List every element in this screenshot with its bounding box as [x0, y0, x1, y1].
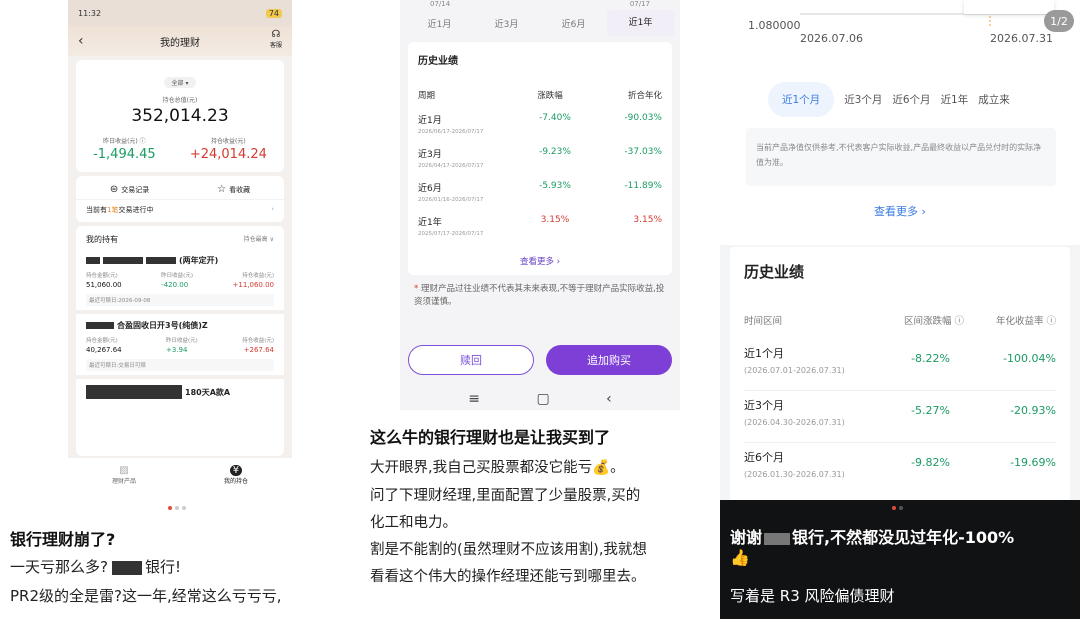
headset-icon: ☊	[271, 29, 281, 40]
history-title: 历史业绩	[418, 56, 458, 67]
back-icon[interactable]: ‹	[78, 33, 84, 49]
tab-1m[interactable]: 近1个月	[768, 82, 835, 117]
system-nav: ≡ ▢ ‹	[400, 384, 680, 414]
chevron-right-icon: ›	[271, 205, 274, 213]
action-bar: 赎回 追加购买	[400, 345, 680, 375]
sort-dropdown[interactable]: 持仓最高 ∨	[244, 234, 274, 245]
tab-6m[interactable]: 近6月	[540, 17, 607, 30]
post-panel-3: 1.080000 2026.07.06 2026.07.31 1/2 近1个月 …	[720, 0, 1080, 619]
total-label: 持仓总值(元)	[162, 97, 198, 104]
summary-card: 全部 ▾ 持仓总值(元) 352,014.23 昨日收益(元) ⓘ -1,494…	[76, 60, 284, 172]
nav-chart: 1.080000 2026.07.06 2026.07.31 1/2 近1个月 …	[720, 0, 1080, 245]
see-more-link[interactable]: 查看更多 ›	[418, 255, 662, 267]
post-line: 问了下理财经理,里面配置了少量股票,买的	[370, 488, 641, 504]
post-line: 看看这个伟大的操作经理还能亏到哪里去。	[370, 569, 646, 585]
holdings-card: 我的持有 持仓最高 ∨ (两年定开) 持仓金额(元) 51,060.00 昨日收益…	[76, 226, 284, 456]
chart-tooltip	[964, 0, 1054, 14]
tab-since-inception[interactable]: 成立来	[978, 92, 1010, 107]
tab-3m[interactable]: 近3个月	[844, 92, 882, 107]
carousel-dots	[168, 506, 186, 510]
bottom-tabbar: ▨ 理财产品 ¥ 我的持仓	[68, 458, 292, 492]
table-header: 时间区间 区间涨跌幅 ⓘ 年化收益率 ⓘ	[744, 316, 1056, 327]
holding-item[interactable]: 合盈固收日开3号(纯债)Z 持仓金额(元) 40,267.64 昨日收益(元) +3…	[76, 314, 284, 379]
history-card: 历史业绩 时间区间 区间涨跌幅 ⓘ 年化收益率 ⓘ 近1个月 (2026.07.0…	[730, 247, 1070, 502]
post-panel-2: 07/14 07/17 近1月 近3月 近6月 近1年 历史业绩 周期 涨跌幅 折…	[360, 0, 720, 619]
post-line: PR2级的全是雷?这一年,经常这么亏亏亏,	[10, 587, 282, 605]
risk-warning: * 理财产品过往业绩不代表其未来表现,不等于理财产品实际收益,投资须谨慎。	[414, 284, 665, 307]
post-title: 这么牛的银行理财也是让我买到了	[370, 428, 611, 447]
page-title: 我的理财	[160, 37, 200, 49]
filter-dropdown[interactable]: 全部 ▾	[163, 77, 197, 88]
page-indicator: 1/2	[1044, 10, 1074, 32]
table-row: 近1个月 (2026.07.01-2026.07.31) -8.22% -100.…	[744, 345, 1056, 391]
money-bag-emoji: 💰	[592, 460, 611, 476]
holdings-title: 我的持有	[86, 235, 118, 244]
history-card: 历史业绩 周期 涨跌幅 折合年化 近1月 2026/06/17-2026/07/1…	[408, 42, 672, 275]
chart-icon: ▨	[119, 465, 129, 476]
tab-products[interactable]: ▨ 理财产品	[112, 465, 136, 485]
status-bar: 11:32 74	[68, 0, 292, 26]
tab-3m[interactable]: 近3月	[473, 17, 540, 30]
thumbs-up-emoji: 👍	[730, 548, 750, 567]
carousel-dots	[892, 506, 903, 510]
holding-item[interactable]: 180天A款A	[76, 379, 284, 403]
actions-card: ⊜ 交易记录 ☆ 看收藏 当前有1笔交易进行中 ›	[76, 176, 284, 222]
info-icon[interactable]: ⓘ	[140, 138, 146, 145]
holding-income: 持仓收益(元) +24,014.24	[189, 138, 267, 162]
tab-6m[interactable]: 近6个月	[892, 92, 930, 107]
post-line: 谢谢 银行,不然都没见过年化-100% 👍	[730, 528, 1015, 567]
screenshot-my-wealth: 11:32 74 ‹ 我的理财 ☊ 客服 全部 ▾ 持仓总值(元) 352,01…	[68, 0, 292, 458]
period-tabs: 近1个月 近3个月 近6个月 近1年 成立来	[768, 82, 1010, 117]
table-row: 近3月 2026/04/17-2026/07/17 -9.23% -37.03%	[418, 147, 662, 169]
holding-item[interactable]: (两年定开) 持仓金额(元) 51,060.00 昨日收益(元) -420.00 持…	[76, 249, 284, 314]
table-row: 近1年 2025/07/17-2026/07/17 3.15% 3.15%	[418, 215, 662, 237]
see-more-link[interactable]: 查看更多 ›	[720, 203, 1080, 219]
tab-mine[interactable]: ¥ 我的持仓	[224, 465, 248, 485]
y-tick: 1.080000	[748, 19, 801, 32]
post-line: 一天亏那么多? 银行!	[10, 558, 181, 576]
yen-icon: ¥	[229, 465, 242, 476]
total-value: 352,014.23	[131, 106, 229, 126]
period-tabs: 近1月 近3月 近6月 近1年	[406, 10, 674, 36]
x-tick: 2026.07.31	[990, 32, 1053, 45]
info-icon[interactable]: ⓘ	[1046, 316, 1056, 327]
chevron-right-icon: ›	[921, 205, 926, 218]
back-icon[interactable]: ‹	[606, 391, 612, 407]
customer-service-button[interactable]: ☊ 客服	[270, 29, 282, 49]
star-icon: ☆	[217, 184, 227, 195]
menu-icon[interactable]: ≡	[468, 391, 480, 407]
table-row: 近1月 2026/06/17-2026/07/17 -7.40% -90.03%	[418, 113, 662, 135]
disclaimer: 当前产品净值仅供参考,不代表客户实际收益,产品最终收益以产品兑付时的实际净值为准…	[746, 128, 1056, 186]
status-time: 11:32	[78, 8, 102, 18]
post-line: 写着是 R3 风险偏债理财	[730, 587, 895, 605]
post-line: 大开眼界,我自己买股票都没它能亏💰。	[370, 460, 625, 476]
tab-1y[interactable]: 近1年	[941, 92, 969, 107]
post-line: 化工和电力。	[370, 515, 457, 531]
records-icon: ⊜	[109, 184, 119, 195]
table-row: 近3个月 (2026.04.30-2026.07.31) -5.27% -20.9…	[744, 397, 1056, 443]
table-row: 近6个月 (2026.01.30-2026.07.31) -9.82% -19.6…	[744, 451, 1056, 479]
post-title: 银行理财崩了?	[10, 530, 116, 549]
yesterday-income: 昨日收益(元) ⓘ -1,494.45	[93, 138, 156, 162]
table-header: 周期 涨跌幅 折合年化	[418, 91, 662, 101]
post-panel-1: 11:32 74 ‹ 我的理财 ☊ 客服 全部 ▾ 持仓总值(元) 352,01…	[0, 0, 360, 619]
chevron-right-icon: ›	[556, 257, 561, 267]
tab-1m[interactable]: 近1月	[406, 17, 473, 30]
post-line: 割是不能割的(虽然理财不应该用割),我就想	[370, 542, 647, 558]
x-tick: 2026.07.06	[800, 32, 863, 45]
tab-1y[interactable]: 近1年	[607, 10, 674, 36]
buy-more-button[interactable]: 追加购买	[546, 345, 672, 375]
home-icon[interactable]: ▢	[536, 391, 549, 407]
info-icon[interactable]: ⓘ	[954, 316, 964, 327]
nav-bar: ‹ 我的理财 ☊ 客服	[68, 26, 292, 56]
deal-notice[interactable]: 当前有1笔交易进行中 ›	[76, 199, 284, 222]
battery-icon: 74	[265, 8, 282, 18]
favorites-button[interactable]: ☆ 看收藏	[217, 184, 250, 195]
history-title: 历史业绩	[744, 263, 805, 281]
table-row: 近6月 2026/01/16-2026/07/17 -5.93% -11.89%	[418, 181, 662, 203]
redeem-button[interactable]: 赎回	[408, 345, 534, 375]
post-caption: 谢谢 银行,不然都没见过年化-100% 👍 写着是 R3 风险偏债理财	[720, 500, 1080, 619]
records-button[interactable]: ⊜ 交易记录	[110, 184, 149, 195]
